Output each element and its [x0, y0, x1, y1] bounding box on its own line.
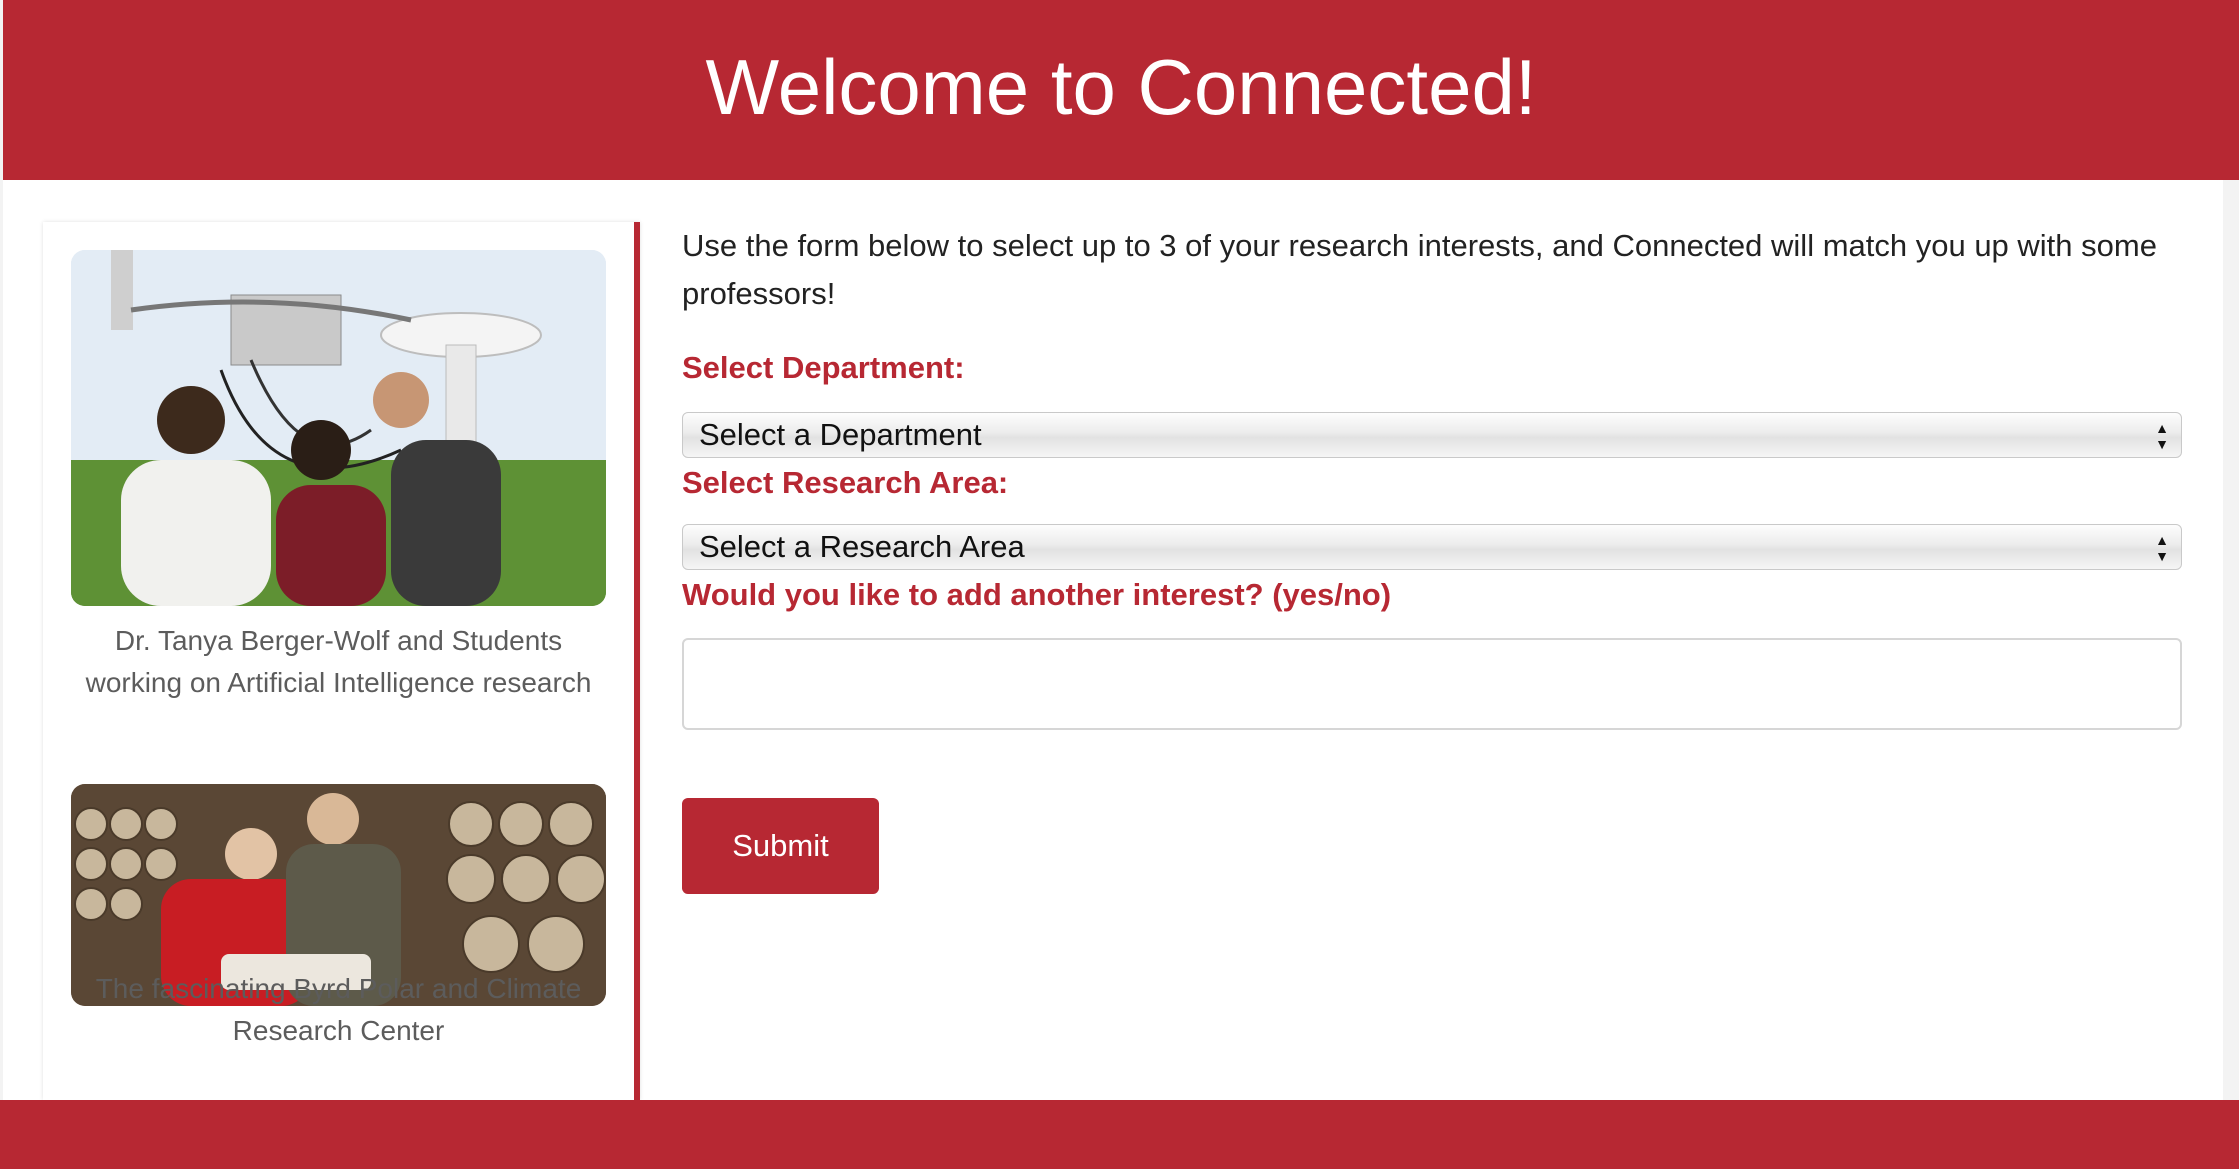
another-interest-input[interactable] — [682, 638, 2182, 730]
photo-caption-ai: Dr. Tanya Berger-Wolf and Students worki… — [85, 625, 592, 698]
ai-research-illustration — [71, 250, 606, 606]
photo-caption-byrd: The fascinating Byrd Polar and Climate R… — [95, 973, 582, 1046]
footer-bar — [0, 1100, 2239, 1169]
select-arrows-icon: ▲ ▼ — [2155, 532, 2169, 564]
sidebar: Dr. Tanya Berger-Wolf and Students worki… — [43, 222, 640, 1100]
research-area-select-value: Select a Research Area — [699, 529, 1025, 564]
another-interest-label: Would you like to add another interest? … — [682, 577, 1392, 612]
select-arrows-icon: ▲ ▼ — [2155, 420, 2169, 452]
page: Welcome to Connected! Dr. Tanya Berger-W… — [0, 0, 2239, 1169]
ai-research-photo — [71, 250, 606, 606]
department-select[interactable]: Select a Department ▲ ▼ — [682, 412, 2182, 458]
department-label: Select Department: — [682, 350, 965, 385]
department-select-value: Select a Department — [699, 417, 982, 452]
submit-button[interactable]: Submit — [682, 798, 879, 894]
research-area-select[interactable]: Select a Research Area ▲ ▼ — [682, 524, 2182, 570]
header-banner: Welcome to Connected! — [3, 0, 2239, 180]
form-intro: Use the form below to select up to 3 of … — [682, 228, 2157, 311]
interest-form: Use the form below to select up to 3 of … — [682, 222, 2187, 894]
main-panel: Dr. Tanya Berger-Wolf and Students worki… — [3, 180, 2223, 1100]
research-area-label: Select Research Area: — [682, 465, 1009, 500]
page-title: Welcome to Connected! — [705, 42, 1537, 131]
